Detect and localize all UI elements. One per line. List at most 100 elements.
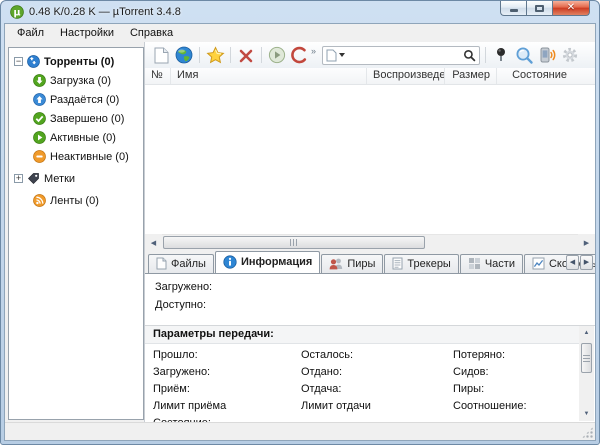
scroll-left-button[interactable]: ◀ [145, 234, 162, 251]
toolbar-separator [485, 47, 486, 63]
menu-help[interactable]: Справка [122, 25, 181, 41]
tab-pieces[interactable]: Части [460, 254, 523, 273]
toolbar-overflow-icon[interactable]: » [311, 46, 316, 56]
search-input[interactable] [345, 48, 463, 63]
tab-scroll-right-button[interactable]: ▶ [580, 255, 593, 270]
torrent-list[interactable] [145, 85, 595, 234]
title-bar[interactable]: µ 0.48 K/0.28 K — µTorrent 3.4.8 ✕ [1, 1, 599, 23]
column-played[interactable]: Воспроизведе... [367, 68, 445, 84]
settings-gear-icon [561, 46, 579, 64]
tab-scroll-buttons: ◀ ▶ [566, 255, 593, 270]
add-torrent-icon [154, 47, 169, 64]
add-url-icon [175, 46, 193, 64]
transfer-grid: Прошло: Осталось: Потеряно: Загружено: О… [145, 344, 579, 434]
scroll-right-button[interactable]: ▶ [578, 234, 595, 251]
completed-icon [33, 112, 46, 125]
add-url-button[interactable] [174, 45, 194, 65]
sidebar-item-feeds[interactable]: Ленты (0) [11, 191, 141, 210]
toolbar-separator [230, 47, 231, 63]
find-content-button[interactable] [514, 45, 534, 65]
v-scrollbar[interactable]: ▲ ▼ [579, 326, 594, 422]
scroll-left-icon: ◀ [151, 239, 156, 247]
column-number[interactable]: № [145, 68, 171, 84]
tab-label: Пиры [347, 258, 375, 270]
sidebar-item-labels[interactable]: + Метки [11, 169, 141, 188]
tab-files[interactable]: Файлы [148, 254, 214, 273]
down-speed-label: Приём: [153, 383, 301, 400]
downloaded-label: Загружено: [153, 366, 301, 383]
minimize-icon [510, 9, 518, 12]
remove-button[interactable] [236, 45, 256, 65]
trackers-icon [392, 257, 403, 270]
h-scrollbar[interactable]: ◀ ▶ [145, 234, 595, 251]
scroll-down-icon: ▼ [584, 411, 590, 417]
tab-peers[interactable]: Пиры [321, 254, 383, 273]
start-button[interactable] [267, 45, 287, 65]
files-icon [156, 257, 167, 270]
star-icon [206, 46, 225, 64]
labels-tag-icon [27, 172, 40, 185]
speed-icon [532, 257, 545, 270]
search-box[interactable] [322, 46, 480, 65]
column-name[interactable]: Имя [171, 68, 367, 84]
sidebar-item-label: Метки [44, 173, 75, 185]
menu-settings[interactable]: Настройки [52, 25, 122, 41]
sidebar-item-inactive[interactable]: Неактивные (0) [11, 147, 141, 166]
sidebar-item-seeding[interactable]: Раздаётся (0) [11, 90, 141, 109]
star-button[interactable] [205, 45, 225, 65]
window-content: Файл Настройки Справка − Торренты (0) [4, 23, 596, 441]
active-icon [33, 131, 46, 144]
add-torrent-button[interactable] [151, 45, 171, 65]
toolbar-separator [261, 47, 262, 63]
stop-button[interactable] [290, 45, 310, 65]
sidebar-item-active[interactable]: Активные (0) [11, 128, 141, 147]
sidebar-item-completed[interactable]: Завершено (0) [11, 109, 141, 128]
tab-label: Части [485, 258, 515, 270]
minimize-button[interactable] [500, 1, 526, 16]
svg-text:µ: µ [14, 7, 21, 18]
wasted-label: Потеряно: [453, 349, 579, 366]
remaining-label: Осталось: [301, 349, 453, 366]
h-scrollbar-thumb[interactable] [163, 236, 425, 249]
tab-label: Файлы [171, 258, 206, 270]
expand-expander-icon[interactable]: + [14, 174, 23, 183]
sidebar-item-label: Активные (0) [50, 132, 116, 144]
scroll-down-button[interactable]: ▼ [579, 406, 594, 421]
stop-icon [291, 46, 309, 64]
menu-file[interactable]: Файл [9, 25, 52, 41]
seeds-label: Сидов: [453, 366, 579, 383]
torrents-icon [27, 55, 40, 68]
transfer-section: Параметры передачи: Прошло: Осталось: По… [145, 325, 595, 423]
resize-grip[interactable] [582, 427, 593, 438]
close-button[interactable]: ✕ [552, 1, 590, 16]
search-icon[interactable] [463, 49, 476, 62]
scroll-up-icon: ▲ [584, 330, 590, 336]
search-scope-icon[interactable] [326, 49, 337, 62]
sidebar-item-torrents[interactable]: − Торренты (0) [11, 52, 141, 71]
column-status[interactable]: Состояние [497, 68, 595, 84]
transfer-section-title: Параметры передачи: [145, 326, 579, 344]
collapse-expander-icon[interactable]: − [14, 57, 23, 66]
menu-bar: Файл Настройки Справка [5, 24, 595, 42]
feeds-rss-icon [33, 194, 46, 207]
sidebar-item-label: Торренты (0) [44, 56, 114, 68]
tab-trackers[interactable]: Трекеры [384, 254, 458, 273]
scroll-up-button[interactable]: ▲ [579, 326, 594, 341]
remote-device-icon [538, 46, 557, 64]
tab-scroll-left-button[interactable]: ◀ [566, 255, 579, 270]
toolbar: » [145, 42, 595, 68]
downloaded-label: Загружено: [155, 281, 585, 299]
tab-info[interactable]: Информация [215, 251, 320, 273]
window-title: 0.48 K/0.28 K — µTorrent 3.4.8 [29, 6, 181, 18]
pushpin-button[interactable] [491, 45, 511, 65]
remote-device-button[interactable] [537, 45, 557, 65]
category-tree: − Торренты (0) Загрузка (0 [8, 47, 144, 420]
sidebar-item-downloading[interactable]: Загрузка (0) [11, 71, 141, 90]
settings-gear-button[interactable] [560, 45, 580, 65]
column-size[interactable]: Размер [445, 68, 497, 84]
v-scrollbar-thumb[interactable] [581, 343, 592, 373]
tab-scroll-left-icon: ◀ [570, 258, 575, 266]
maximize-button[interactable] [526, 1, 552, 16]
uploaded-label: Отдано: [301, 366, 453, 383]
sidebar-item-label: Раздаётся (0) [50, 94, 119, 106]
